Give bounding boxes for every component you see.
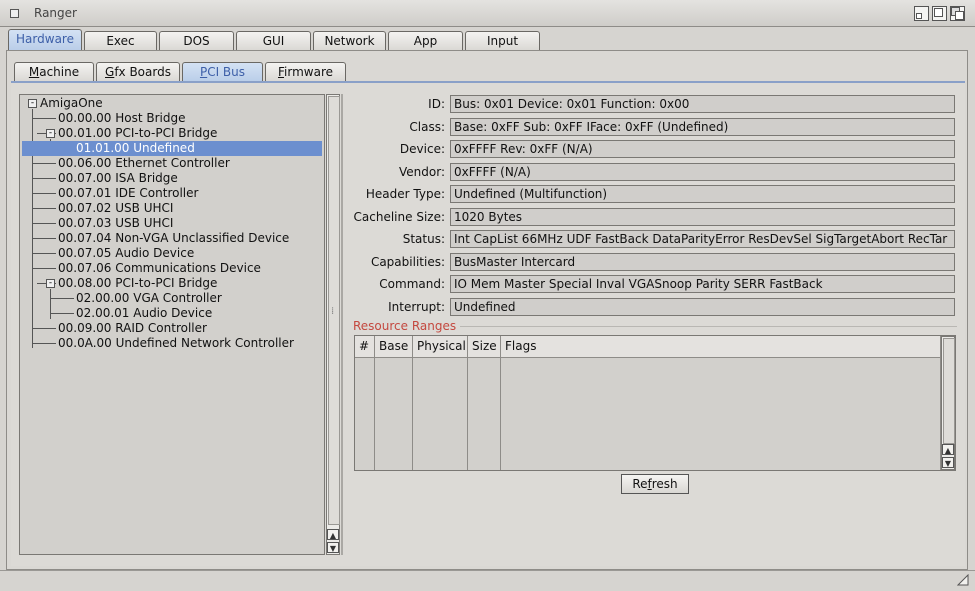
class-value: Base: 0xFF Sub: 0xFF IFace: 0xFF (Undefi… [450,118,955,136]
ranges-scroll-knob[interactable] [943,338,955,444]
title-bar[interactable]: Ranger [0,0,975,27]
column-header-physical[interactable]: Physical [413,336,468,470]
tree-line [32,208,56,209]
tree-item[interactable]: AmigaOne [40,96,103,111]
capabilities-value: BusMaster Intercard [450,253,955,271]
tree-line [50,298,74,299]
status-value: Int CapList 66MHz UDF FastBack DataParit… [450,230,955,248]
vendor-label: Vendor: [399,165,445,179]
tree-item[interactable]: 00.08.00 PCI-to-PCI Bridge [58,276,217,291]
scroll-up-icon[interactable]: ▲ [327,529,339,540]
cacheline-size-label: Cacheline Size: [353,210,445,224]
refresh-button[interactable]: Refresh [621,474,689,494]
resource-ranges-title: Resource Ranges [353,319,457,333]
tree-item[interactable]: 00.07.02 USB UHCI [58,201,173,216]
column-header-base[interactable]: Base [375,336,413,470]
tree-item[interactable]: 00.07.03 USB UHCI [58,216,173,231]
main-tab-bar: Hardware Exec DOS GUI Network App Input [8,29,542,51]
tree-line [32,328,56,329]
header-type-label: Header Type: [365,187,445,201]
tree-line [32,193,56,194]
iconify-icon[interactable] [914,6,929,21]
column-header-flags[interactable]: Flags [501,336,941,470]
scroll-down-icon[interactable]: ▼ [327,542,339,553]
cacheline-size-value: 1020 Bytes [450,208,955,226]
scroll-down-icon[interactable]: ▼ [942,457,954,468]
panel-splitter[interactable] [341,94,343,555]
tree-item[interactable]: 00.07.05 Audio Device [58,246,194,261]
tree-item[interactable]: 00.0A.00 Undefined Network Controller [58,336,294,351]
vendor-value: 0xFFFF (N/A) [450,163,955,181]
id-value: Bus: 0x01 Device: 0x01 Function: 0x00 [450,95,955,113]
tree-item[interactable]: 00.01.00 PCI-to-PCI Bridge [58,126,217,141]
tab-gui[interactable]: GUI [236,31,311,51]
window-border [0,570,975,571]
column-header-index[interactable]: # [355,336,375,470]
tab-app[interactable]: App [388,31,463,51]
command-value: IO Mem Master Special Inval VGASnoop Par… [450,275,955,293]
resource-ranges-list[interactable]: # Base Physical Size Flags ▲ ▼ [354,335,956,471]
tree-item[interactable]: 00.06.00 Ethernet Controller [58,156,230,171]
id-label: ID: [428,97,445,111]
tab-input[interactable]: Input [465,31,540,51]
column-header-size[interactable]: Size [468,336,501,470]
tab-pci-bus[interactable]: PCI Bus [182,62,263,82]
tree-item[interactable]: 00.07.01 IDE Controller [58,186,198,201]
tree-line [50,289,51,319]
tab-machine[interactable]: Machine [14,62,94,82]
collapse-icon[interactable]: - [28,99,37,108]
group-frame-line [460,326,957,327]
scroll-up-icon[interactable]: ▲ [942,444,954,455]
tab-dos[interactable]: DOS [159,31,234,51]
tree-scrollbar[interactable] [326,94,340,555]
tab-firmware[interactable]: Firmware [265,62,346,82]
window-title: Ranger [34,6,77,20]
tab-hardware[interactable]: Hardware [8,29,82,51]
close-icon[interactable] [10,9,19,18]
tree-line [50,313,74,314]
zoom-icon[interactable] [932,6,947,21]
tree-line [32,238,56,239]
header-type-value: Undefined (Multifunction) [450,185,955,203]
device-label: Device: [399,142,445,156]
splitter-grip-icon[interactable]: ⁞ [331,306,334,317]
tree-line [32,118,56,119]
depth-icon[interactable] [950,6,965,21]
tree-item[interactable]: 02.00.01 Audio Device [76,306,212,321]
tab-exec[interactable]: Exec [84,31,157,51]
tree-line [32,163,56,164]
tree-line [32,178,56,179]
capabilities-label: Capabilities: [370,255,445,269]
device-value: 0xFFFF Rev: 0xFF (N/A) [450,140,955,158]
tree-item[interactable]: 02.00.00 VGA Controller [76,291,222,306]
tab-network[interactable]: Network [313,31,386,51]
interrupt-label: Interrupt: [388,300,445,314]
collapse-icon[interactable]: - [46,279,55,288]
resize-icon[interactable] [956,573,969,586]
tree-item-selected[interactable]: 01.01.00 Undefined [22,141,322,156]
tree-item[interactable]: 00.07.04 Non-VGA Unclassified Device [58,231,289,246]
class-label: Class: [409,120,445,134]
tab-gfx-boards[interactable]: Gfx Boards [96,62,180,82]
tree-line [32,253,56,254]
tree-item[interactable]: 00.09.00 RAID Controller [58,321,207,336]
command-label: Command: [379,277,445,291]
tree-item[interactable]: 00.00.00 Host Bridge [58,111,186,126]
tree-line [32,343,56,344]
collapse-icon[interactable]: - [46,129,55,138]
sub-tab-bar: Machine Gfx Boards PCI Bus Firmware [14,62,348,82]
tree-item[interactable]: 00.07.00 ISA Bridge [58,171,178,186]
device-tree[interactable]: - AmigaOne 00.00.00 Host Bridge - 00.01.… [19,94,325,555]
tree-line [32,223,56,224]
tree-item[interactable]: 00.07.06 Communications Device [58,261,261,276]
interrupt-value: Undefined [450,298,955,316]
tree-line [32,268,56,269]
status-label: Status: [402,232,445,246]
